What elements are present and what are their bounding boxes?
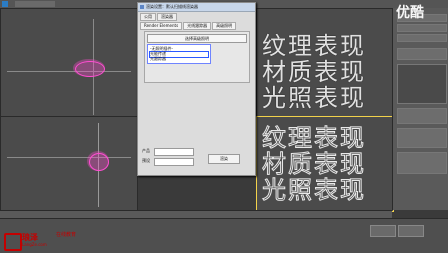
command-panel-row[interactable] — [397, 34, 447, 42]
select-advanced-lighting-button[interactable]: 选择高级照明 — [147, 34, 247, 43]
command-panel-more[interactable] — [397, 152, 447, 174]
dialog-titlebar[interactable]: 渲染设置：默认扫描线渲染器 — [138, 3, 255, 12]
command-panel-block[interactable] — [397, 48, 447, 60]
auto-key-button[interactable] — [370, 225, 396, 237]
grid-axis-h — [7, 157, 131, 158]
brand-watermark: 琅泽 在线教育 LangZe.com — [4, 230, 88, 251]
teapot-wireframe[interactable] — [75, 61, 105, 77]
lighting-plugin-list[interactable]: -无照明插件- 光能传递 光跟踪器 — [147, 44, 211, 64]
dialog-title: 渲染设置：默认扫描线渲染器 — [146, 4, 198, 9]
tab-renderer[interactable]: 渲染器 — [157, 13, 177, 21]
tab-render-elements[interactable]: Render Elements — [140, 22, 183, 30]
app-logo-icon[interactable] — [2, 1, 8, 7]
list-item-light-tracer[interactable]: 光跟踪器 — [150, 56, 166, 62]
command-panel — [392, 8, 448, 210]
preset-label: 预设 — [142, 158, 150, 163]
viewport-bottom-left[interactable] — [0, 116, 138, 212]
tab-advanced-lighting[interactable]: 高级照明 — [212, 22, 237, 30]
dialog-tabs-second: Render Elements 光线跟踪器 高级照明 — [138, 22, 255, 30]
command-panel-row[interactable] — [397, 24, 447, 32]
dialog-bottom-controls: 产品 预设 渲染 — [142, 148, 248, 170]
set-key-button[interactable] — [398, 225, 424, 237]
render-setup-dialog[interactable]: 渲染设置：默认扫描线渲染器 公用 渲染器 Render Elements 光线跟… — [137, 2, 256, 176]
brand-mark-icon — [4, 233, 22, 251]
preset-dropdown[interactable] — [154, 158, 194, 166]
teapot-wireframe[interactable] — [89, 153, 109, 171]
advanced-lighting-group: 选择高级照明 -无照明插件- 光能传递 光跟踪器 — [144, 31, 250, 83]
brand-sub: 在线教育 — [56, 232, 77, 238]
render-button[interactable]: 渲染 — [208, 154, 240, 164]
product-label: 产品 — [142, 148, 150, 153]
quick-access-toolbar[interactable] — [15, 1, 55, 7]
command-panel-checkboxes[interactable] — [397, 128, 447, 148]
tab-common[interactable]: 公用 — [140, 13, 156, 21]
dialog-icon — [140, 5, 144, 9]
command-panel-parameters[interactable] — [397, 64, 447, 104]
dialog-tabs-top: 公用 渲染器 — [138, 12, 255, 22]
outline-text-line3: 光照表现 — [262, 176, 366, 205]
tab-raytracer[interactable]: 光线跟踪器 — [183, 22, 212, 30]
command-panel-fields[interactable] — [397, 108, 447, 124]
viewport-top-left[interactable] — [0, 8, 138, 118]
grid-axis-h — [7, 71, 131, 72]
youku-watermark: 优酷 — [396, 5, 424, 21]
overlay-text-line3: 光照表现 — [262, 84, 366, 112]
brand-url: LangZe.com — [22, 242, 47, 247]
product-dropdown[interactable] — [154, 148, 194, 156]
